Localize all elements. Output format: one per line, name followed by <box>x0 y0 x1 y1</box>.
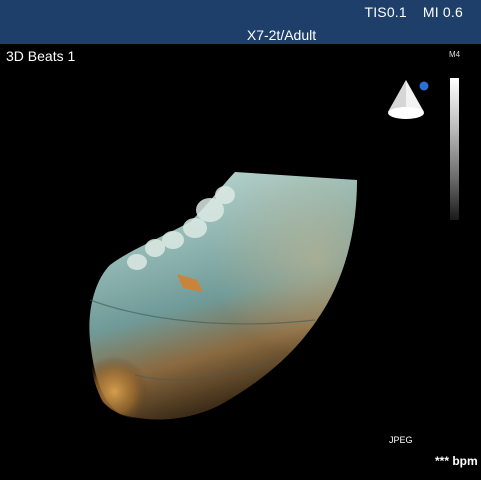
3d-cone-orientation-icon <box>388 80 429 119</box>
probe-preset: X7-2t/Adult <box>246 27 317 43</box>
heart-rate-readout: *** bpm <box>435 454 478 468</box>
orientation-marker-icon <box>419 81 429 91</box>
grayscale-map-label: M4 <box>449 50 461 59</box>
tis-value: TIS0.1 <box>364 4 407 20</box>
mi-value: MI 0.6 <box>422 4 463 20</box>
grayscale-bar <box>450 78 459 220</box>
image-format-label: JPEG <box>389 435 413 445</box>
mode-label: 3D Beats 1 <box>6 48 76 64</box>
3d-volume-render <box>89 172 357 421</box>
acoustic-output-readout: TIS0.1 MI 0.6 <box>364 4 463 20</box>
status-header: TIS0.1 MI 0.6 X7-2t/Adult <box>0 0 481 44</box>
